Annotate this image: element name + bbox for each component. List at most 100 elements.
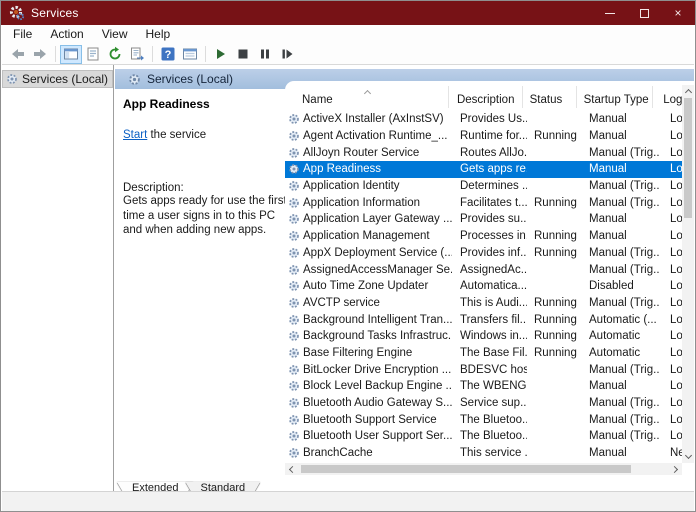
column-header-status[interactable]: Status [523,86,577,108]
cell-text: Bluetooth Audio Gateway S... [303,397,452,410]
cell-name: Agent Activation Runtime_... [285,128,452,145]
cell-text: Loca [670,280,682,293]
service-gear-icon [289,147,299,158]
horizontal-scrollbar[interactable] [285,463,682,475]
cell-name: Auto Time Zone Updater [285,278,452,295]
start-service-link[interactable]: Start [123,129,147,141]
forward-button[interactable] [29,45,51,64]
cell-startup-type: Manual (Trig... [582,178,660,195]
service-gear-icon [289,247,299,258]
cell-status [527,161,582,178]
table-row[interactable]: Agent Activation Runtime_... Runtime for.… [285,128,682,145]
stop-service-button[interactable] [232,45,254,64]
table-row[interactable]: AssignedAccessManager Se... AssignedAc...… [285,261,682,278]
show-console-tree-button[interactable] [60,44,82,64]
cell-text: Loca [670,430,682,443]
table-row[interactable]: Application Identity Determines ... Manual… [285,178,682,195]
services-window: Services × File Action View Help ? Servi… [0,0,696,512]
cell-text: Manual [589,113,627,126]
export-list-button[interactable] [126,45,148,64]
table-row[interactable]: Base Filtering Engine The Base Fil... Runn… [285,345,682,362]
cell-text: Application Layer Gateway ... [303,213,452,226]
table-row[interactable]: Application Layer Gateway ... Provides su… [285,211,682,228]
cell-log-on-as: Loca [660,161,682,178]
table-row[interactable]: Application Information Facilitates t... R… [285,194,682,211]
table-row[interactable]: Block Level Backup Engine ... The WBENG..… [285,378,682,395]
service-gear-icon [289,214,299,225]
table-row[interactable]: Application Management Processes in... Run… [285,228,682,245]
table-row[interactable]: Background Tasks Infrastruc... Windows in… [285,328,682,345]
show-console-tree-icon [64,48,78,60]
horizontal-scroll-thumb[interactable] [301,465,631,473]
menu-help[interactable]: Help [137,25,180,44]
cell-text: Manual (Trig... [589,430,660,443]
cell-status [527,261,582,278]
table-row[interactable]: Bluetooth Audio Gateway S... Service sup.… [285,395,682,412]
cell-text: Disabled [589,280,634,293]
cell-text: The Base Fil... [460,346,527,359]
list-header: Name Description Status Startup Type Log [285,81,682,111]
cell-startup-type: Automatic [582,328,660,345]
column-header-log-on-as[interactable]: Log [653,86,682,108]
scroll-down-icon[interactable] [684,451,692,460]
show-window-button[interactable] [179,45,201,64]
vertical-scrollbar[interactable] [682,85,694,463]
services-app-icon [9,5,25,21]
table-row[interactable]: Bluetooth User Support Ser... The Bluetoo… [285,428,682,445]
restart-service-button[interactable] [276,45,298,64]
cell-log-on-as: Loca [660,144,682,161]
refresh-button[interactable] [104,45,126,64]
cell-log-on-as: Loca [660,211,682,228]
table-row[interactable]: AVCTP service This is Audi... Running Manua… [285,295,682,312]
cell-text: Application Management [303,230,430,243]
cell-name: Application Layer Gateway ... [285,211,452,228]
cell-log-on-as: Loca [660,311,682,328]
scroll-right-icon[interactable] [670,465,679,473]
minimize-button[interactable] [593,1,627,25]
cell-startup-type: Automatic [582,345,660,362]
table-row[interactable]: Bluetooth Support Service The Bluetoo... M… [285,411,682,428]
menu-view[interactable]: View [93,25,137,44]
column-header-startup-type[interactable]: Startup Type [577,86,654,108]
cell-description: Gets apps re... [452,161,527,178]
table-row[interactable]: AppX Deployment Service (... Provides inf… [285,245,682,262]
service-gear-icon [289,298,299,308]
cell-text: Manual (Trig... [589,246,660,259]
table-row[interactable]: AllJoyn Router Service Routes AllJo... Man… [285,144,682,161]
cell-text: Loca [670,313,682,326]
content-area: Services (Local) App Readiness Start the… [115,65,694,493]
pause-service-button[interactable] [254,45,276,64]
column-header-description[interactable]: Description [449,86,523,108]
pause-service-icon [261,49,269,59]
table-row[interactable]: BitLocker Drive Encryption ... BDESVC hos… [285,361,682,378]
cell-description: Windows in... [452,328,527,345]
tree-item-services-local[interactable]: Services (Local) [2,70,113,88]
cell-description: Transfers fil... [452,311,527,328]
scroll-up-icon[interactable] [684,88,692,97]
close-button[interactable]: × [661,1,695,25]
cell-name: BranchCache [285,445,452,462]
cell-description: Runtime for... [452,128,527,145]
menu-file[interactable]: File [4,25,41,44]
cell-description: Provides su... [452,211,527,228]
scroll-left-icon[interactable] [288,465,297,473]
table-row[interactable]: Auto Time Zone Updater Automatica... Disab… [285,278,682,295]
table-row[interactable]: App Readiness Gets apps re... Manual Loca [285,161,682,178]
back-button[interactable] [7,45,29,64]
service-gear-icon [289,381,299,392]
vertical-scroll-thumb[interactable] [684,98,692,218]
cell-log-on-as: Loca [660,178,682,195]
cell-status [527,178,582,195]
cell-text: Processes in... [460,230,527,243]
toolbar: ? [2,44,694,65]
properties-button[interactable] [82,45,104,64]
table-row[interactable]: ActiveX Installer (AxInstSV) Provides Us.… [285,111,682,128]
help-button[interactable]: ? [157,45,179,64]
cell-status [527,445,582,462]
table-row[interactable]: Background Intelligent Tran... Transfers … [285,311,682,328]
table-row[interactable]: BranchCache This service ... Manual Netw [285,445,682,462]
start-service-button[interactable] [210,45,232,64]
column-header-name[interactable]: Name [285,86,449,108]
menu-action[interactable]: Action [41,25,92,44]
maximize-button[interactable] [627,1,661,25]
